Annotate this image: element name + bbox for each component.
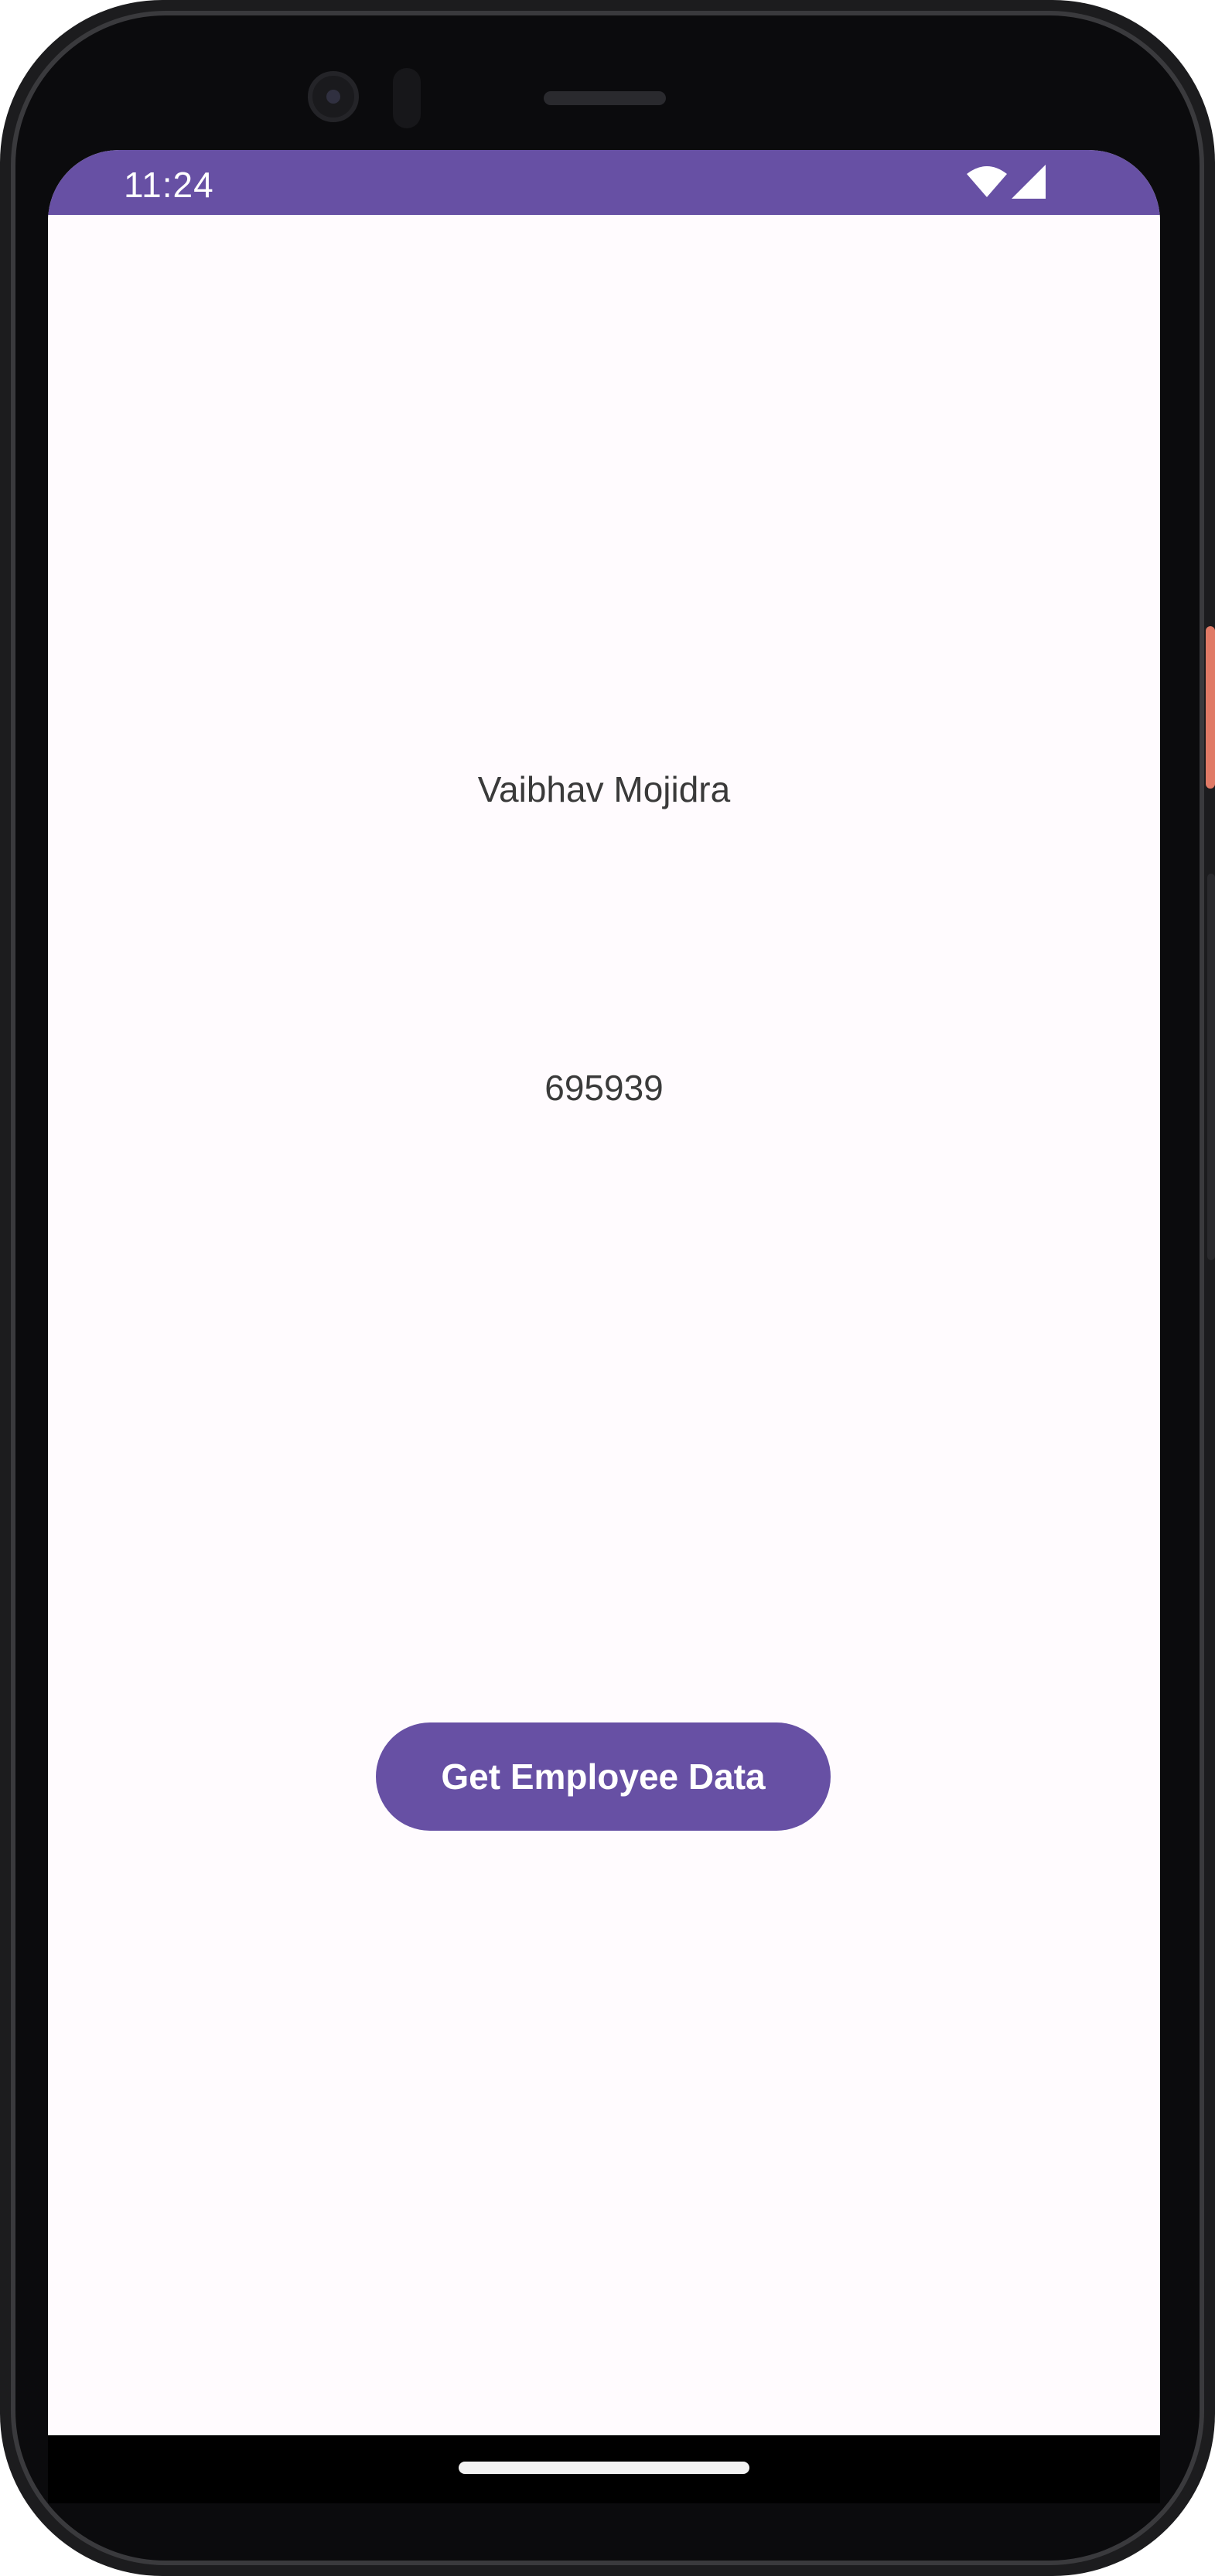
front-camera bbox=[308, 71, 359, 122]
cellular-signal-icon bbox=[1012, 164, 1046, 203]
employee-name-text: Vaibhav Mojidra bbox=[477, 769, 731, 809]
status-bar: 11:24 bbox=[48, 150, 1160, 215]
status-time: 11:24 bbox=[124, 165, 214, 205]
phone-device-frame: 11:24 Vaibhav Mojidra 695939 Get Employe… bbox=[0, 0, 1215, 2576]
volume-button bbox=[1207, 874, 1215, 1260]
earpiece-speaker bbox=[544, 91, 666, 105]
power-button bbox=[1206, 626, 1215, 789]
home-indicator[interactable] bbox=[459, 2462, 749, 2474]
navigation-bar bbox=[48, 2435, 1160, 2503]
app-screen: 11:24 Vaibhav Mojidra 695939 Get Employe… bbox=[48, 150, 1160, 2435]
status-icons bbox=[967, 164, 1046, 203]
get-employee-data-button[interactable]: Get Employee Data bbox=[376, 1722, 831, 1831]
main-content: Vaibhav Mojidra 695939 Get Employee Data bbox=[48, 215, 1160, 2435]
wifi-icon bbox=[967, 165, 1007, 201]
employee-id-text: 695939 bbox=[544, 1068, 664, 1108]
proximity-sensor bbox=[393, 68, 421, 128]
